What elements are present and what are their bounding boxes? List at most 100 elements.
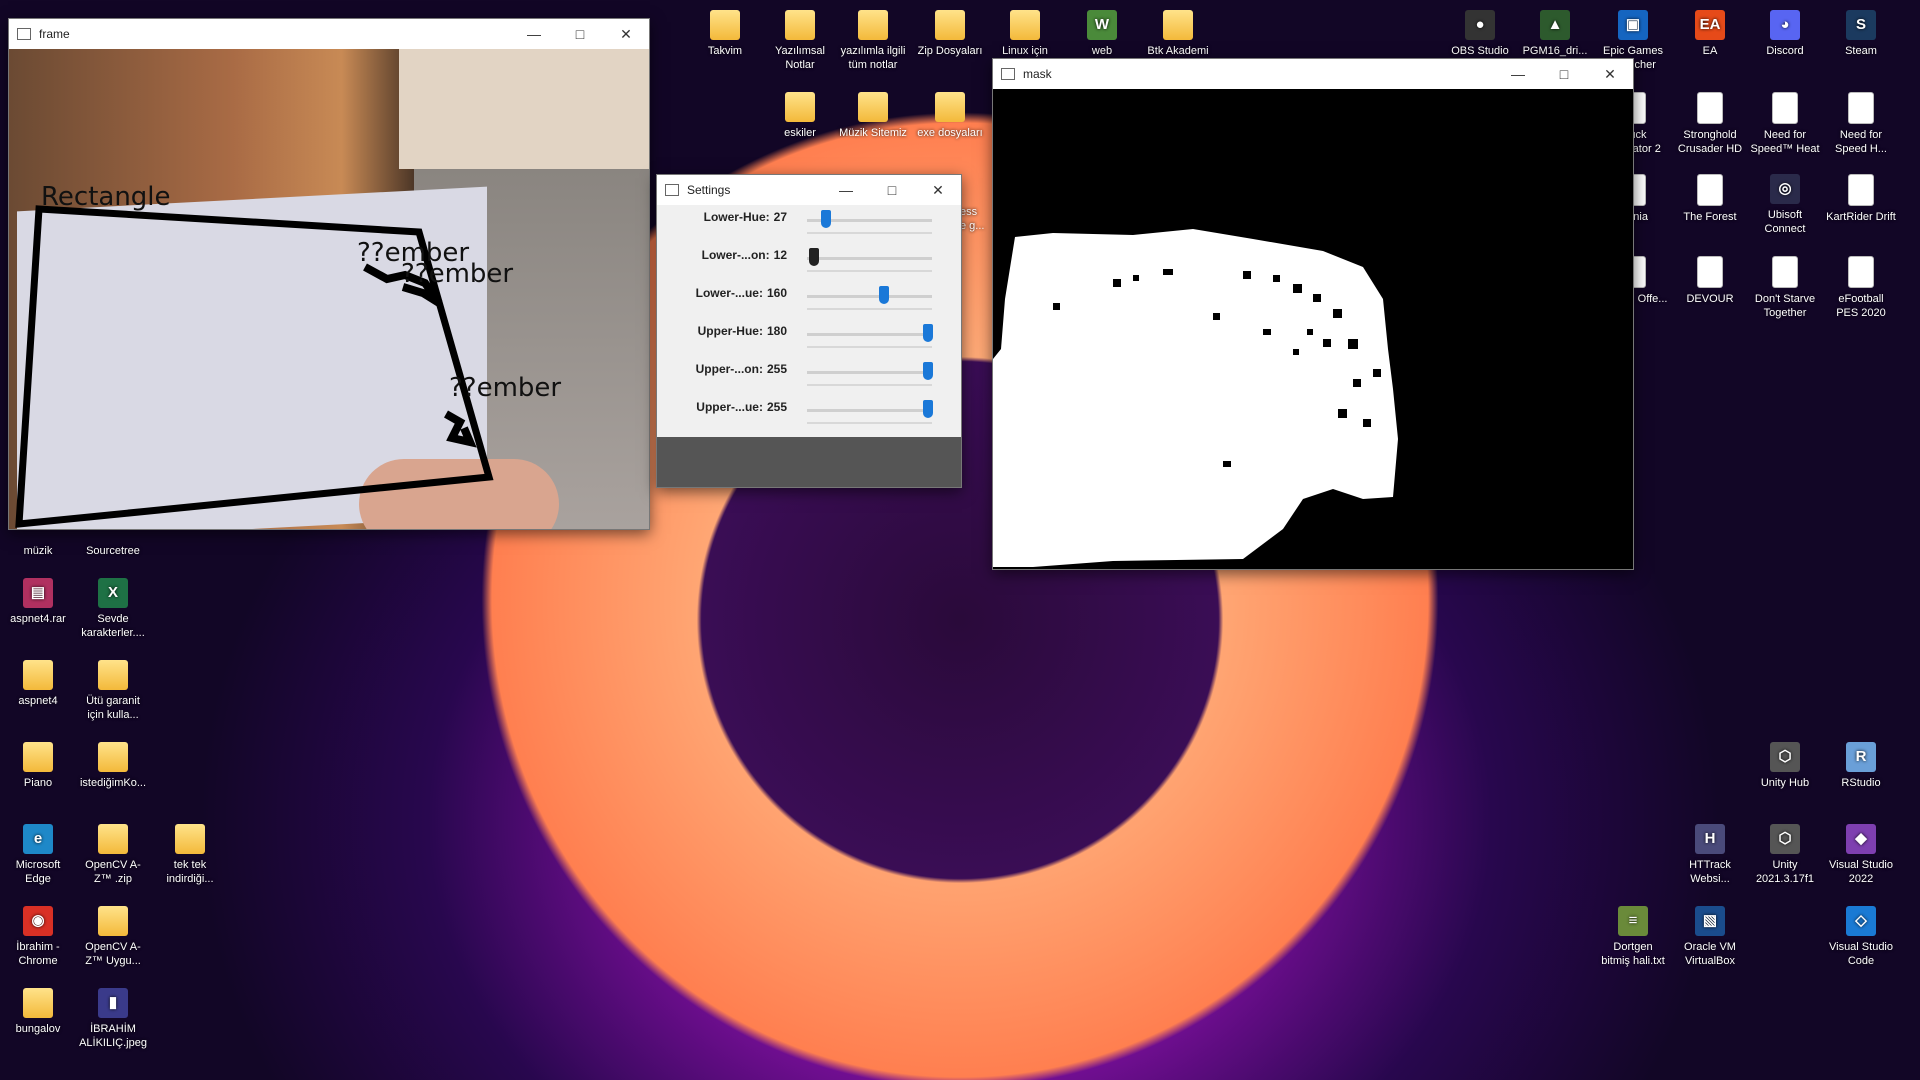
desktop-icon[interactable]: ◎ Ubisoft Connect	[1750, 174, 1820, 236]
desktop-icon[interactable]: eFootball PES 2020	[1826, 256, 1896, 320]
desktop-icon[interactable]: KartRider Drift	[1826, 174, 1896, 224]
desktop-icon[interactable]: Linux için	[990, 10, 1060, 58]
doc-icon	[1772, 256, 1798, 288]
trackbar-track[interactable]	[807, 257, 932, 260]
close-button[interactable]: ✕	[603, 26, 649, 43]
trackbar-thumb[interactable]	[821, 210, 831, 228]
desktop-icon[interactable]: ≡ Dortgen bitmiş hali.txt	[1598, 906, 1668, 968]
desktop-icon-label: yazılımla ilgili tüm notlar	[840, 45, 906, 71]
desktop-icon-label: Yazılımsal Notlar	[775, 45, 825, 71]
trackbar-row: Lower-...ue: 160	[657, 281, 957, 311]
desktop-icon-label: Btk Akademi	[1147, 45, 1209, 57]
desktop-icon-label: HTTrack Websi...	[1689, 859, 1731, 885]
folder-icon	[98, 742, 128, 772]
desktop-icon-label: Linux için	[1002, 45, 1048, 57]
jpeg-icon: ▮	[98, 988, 128, 1018]
desktop-icon-label: exe dosyaları	[917, 127, 983, 139]
desktop-icon[interactable]: S Steam	[1826, 10, 1896, 58]
minimize-button[interactable]: —	[823, 182, 869, 198]
desktop-icon[interactable]: R RStudio	[1826, 742, 1896, 790]
desktop-icon[interactable]: ⬡ Unity Hub	[1750, 742, 1820, 790]
trackbar-label: Upper-...ue: 255	[696, 400, 787, 414]
desktop-icon[interactable]: ◆ Visual Studio 2022	[1826, 824, 1896, 886]
trackbar-thumb[interactable]	[923, 400, 933, 418]
frame-title: frame	[39, 27, 70, 41]
trackbar-track[interactable]	[807, 371, 932, 374]
desktop-icon-label: müzik	[23, 545, 53, 557]
desktop-icon[interactable]: ● OBS Studio	[1445, 10, 1515, 58]
trackbar-thumb[interactable]	[923, 362, 933, 380]
desktop-icon[interactable]: tek tek indirdiği...	[155, 824, 225, 886]
epic-icon: ▣	[1618, 10, 1648, 40]
desktop-icon[interactable]: EA EA	[1675, 10, 1745, 58]
desktop-icon[interactable]: OpenCV A-Z™ .zip	[78, 824, 148, 886]
desktop-icon[interactable]: ⬡ Unity 2021.3.17f1	[1750, 824, 1820, 886]
desktop-icon[interactable]: Need for Speed H...	[1826, 92, 1896, 156]
desktop-icon[interactable]: ▤ aspnet4.rar	[3, 578, 73, 626]
trackbar-value: 180	[766, 324, 787, 338]
xls-icon: X	[98, 578, 128, 608]
desktop-icon[interactable]: aspnet4	[3, 660, 73, 708]
settings-window[interactable]: Settings — □ ✕ Lower-Hue: 27 Lower-...on: 1…	[656, 174, 962, 488]
minimize-button[interactable]: —	[511, 26, 557, 42]
desktop-icon[interactable]: DEVOUR	[1675, 256, 1745, 306]
desktop-icon[interactable]: yazılımla ilgili tüm notlar	[838, 10, 908, 72]
desktop-icon[interactable]: Btk Akademi	[1143, 10, 1213, 58]
desktop-icon[interactable]: e Microsoft Edge	[3, 824, 73, 886]
folder-icon	[935, 10, 965, 40]
desktop-icon[interactable]: Müzik Sitemiz	[838, 92, 908, 140]
desktop-icon[interactable]: Don't Starve Together	[1750, 256, 1820, 320]
trackbar-thumb[interactable]	[878, 286, 889, 304]
desktop-icon[interactable]: bungalov	[3, 988, 73, 1036]
trackbar-track[interactable]	[807, 333, 932, 336]
trackbar-name: Lower-...ue:	[695, 286, 763, 300]
desktop-icon[interactable]: ◉ İbrahim - Chrome	[3, 906, 73, 968]
desktop-icon[interactable]: Takvim	[690, 10, 760, 58]
desktop-icon[interactable]: Wweb	[1067, 10, 1137, 58]
desktop-icon[interactable]: ▮ İBRAHİM ALİKILIÇ.jpeg	[78, 988, 148, 1050]
desktop-icon[interactable]: The Forest	[1675, 174, 1745, 224]
minimize-button[interactable]: —	[1495, 66, 1541, 82]
desktop-icon[interactable]: OpenCV A-Z™ Uygu...	[78, 906, 148, 968]
desktop-icon[interactable]: Need for Speed™ Heat	[1750, 92, 1820, 156]
desktop-icon[interactable]: Stronghold Crusader HD	[1675, 92, 1745, 156]
desktop-icon[interactable]: X Sevde karakterler....	[78, 578, 148, 640]
frame-titlebar[interactable]: frame — □ ✕	[9, 19, 649, 49]
maximize-button[interactable]: □	[869, 182, 915, 198]
trackbar-name: Lower-Hue:	[703, 210, 770, 224]
desktop-icon-label: Stronghold Crusader HD	[1677, 129, 1743, 155]
mask-window[interactable]: mask — □ ✕	[992, 58, 1634, 570]
desktop-icon[interactable]: ▧ Oracle VM VirtualBox	[1675, 906, 1745, 968]
frame-window[interactable]: frame — □ ✕ Rectangle ??ember ??ember ??…	[8, 18, 650, 530]
desktop-icon[interactable]: eskiler	[765, 92, 835, 140]
desktop-icon-label: Oracle VM VirtualBox	[1684, 941, 1736, 967]
maximize-button[interactable]: □	[1541, 66, 1587, 82]
trackbar-thumb[interactable]	[923, 324, 933, 342]
trackbar-row: Lower-Hue: 27	[657, 205, 957, 235]
desktop-icon[interactable]: Ütü garanit için kulla...	[78, 660, 148, 722]
settings-titlebar[interactable]: Settings — □ ✕	[657, 175, 961, 205]
desktop-icon[interactable]: Yazılımsal Notlar	[765, 10, 835, 72]
desktop-icon-label: tek tek indirdiği...	[166, 859, 214, 885]
close-button[interactable]: ✕	[1587, 66, 1633, 83]
mask-titlebar[interactable]: mask — □ ✕	[993, 59, 1633, 89]
desktop-icon[interactable]: ◇ Visual Studio Code	[1826, 906, 1896, 968]
trackbar-track[interactable]	[807, 295, 932, 298]
desktop-icon-label: Visual Studio 2022	[1828, 859, 1893, 885]
desktop-icon[interactable]: ◕ Discord	[1750, 10, 1820, 58]
desktop-icon[interactable]: ▲ PGM16_dri...	[1520, 10, 1590, 58]
desktop-icon[interactable]: exe dosyaları	[915, 92, 985, 140]
trackbar-track[interactable]	[807, 409, 932, 412]
trackbar-row: Upper-Hue: 180	[657, 319, 957, 349]
desktop-icon[interactable]: Piano	[3, 742, 73, 790]
desktop-icon[interactable]: H HTTrack Websi...	[1675, 824, 1745, 886]
trackbar-thumb[interactable]	[809, 248, 819, 266]
desktop-icon[interactable]: Zip Dosyaları	[915, 10, 985, 58]
doc-icon	[1848, 174, 1874, 206]
desktop-icon[interactable]: istediğimKo...	[78, 742, 148, 790]
maximize-button[interactable]: □	[557, 26, 603, 42]
close-button[interactable]: ✕	[915, 182, 961, 199]
trackbar-name: Upper-...ue:	[696, 400, 763, 414]
trackbar-row: Upper-...on: 255	[657, 357, 957, 387]
mask-title: mask	[1023, 67, 1052, 81]
